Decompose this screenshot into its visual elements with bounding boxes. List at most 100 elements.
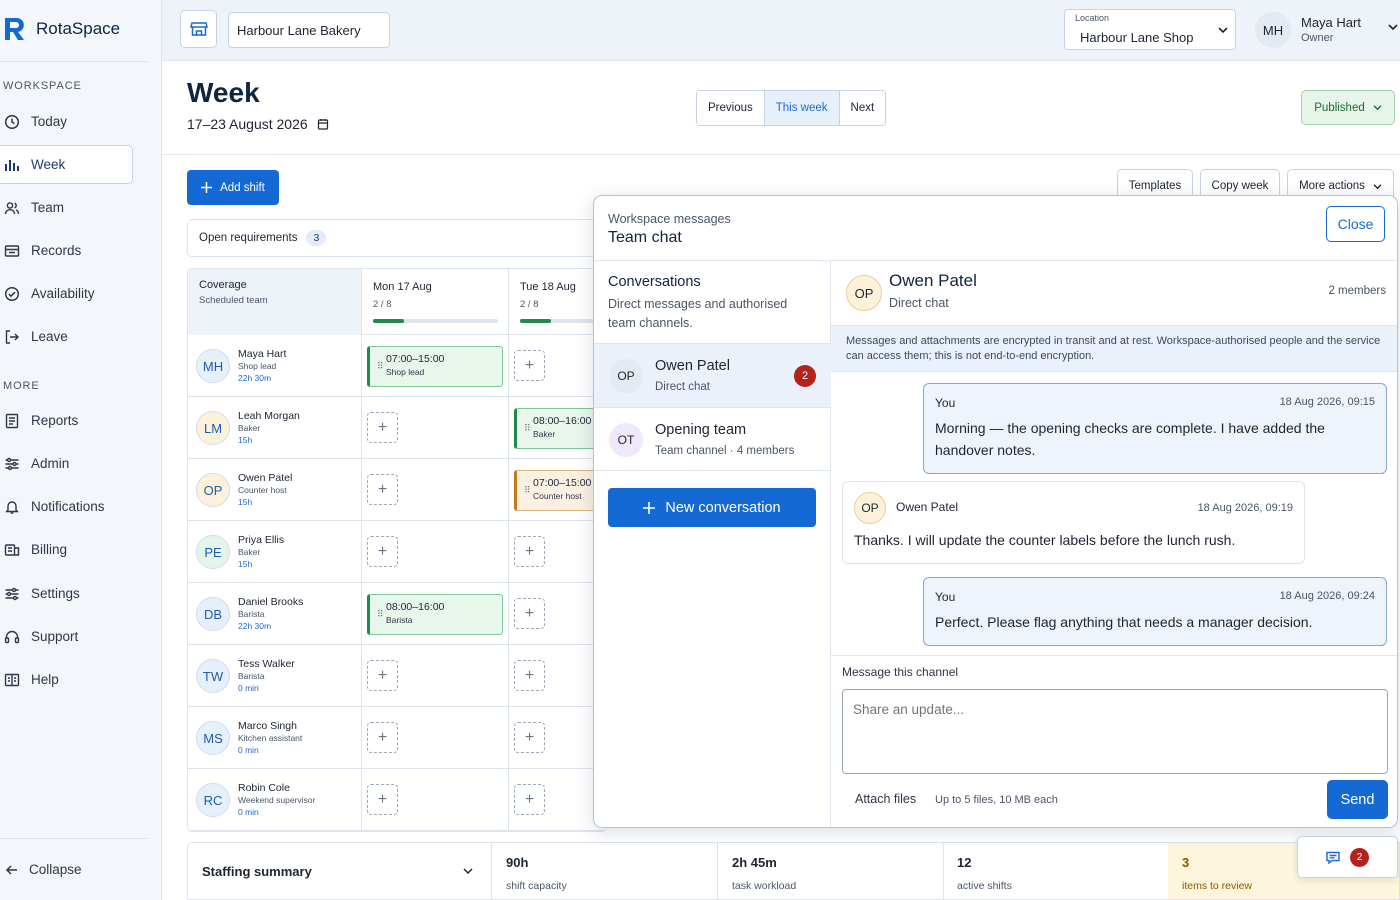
person-role: Kitchen assistant [238,733,303,743]
add-shift-cell-button[interactable]: + [514,598,545,629]
avatar: TW [196,659,230,693]
stat-task-workload: 2h 45m task workload [718,843,944,899]
sidebar-item-availability[interactable]: Availability [0,274,133,313]
open-requirements-count: 3 [306,230,327,246]
person-cell[interactable]: LM Leah Morgan Baker 15h [188,397,362,459]
person-cell[interactable]: PE Priya Ellis Baker 15h [188,521,362,583]
published-label: Published [1314,101,1365,114]
send-button[interactable]: Send [1327,780,1388,819]
person-cell[interactable]: RC Robin Cole Weekend supervisor 0 min [188,769,362,831]
add-shift-cell-button[interactable]: + [514,784,545,815]
sidebar-item-label: Reports [31,413,79,428]
coverage-header: Coverage Scheduled team [188,269,362,335]
add-shift-cell-button[interactable]: + [367,412,398,443]
person-name: Tess Walker [238,658,295,670]
location-select[interactable]: Location Harbour Lane Shop [1064,9,1236,50]
person-cell[interactable]: TW Tess Walker Barista 0 min [188,645,362,707]
person-hours: 15h [238,559,253,569]
add-shift-button[interactable]: Add shift [187,170,279,205]
sidebar-item-reports[interactable]: Reports [0,401,133,440]
person-cell[interactable]: MS Marco Singh Kitchen assistant 0 min [188,707,362,769]
chevron-down-icon[interactable] [1388,23,1398,31]
sidebar-item-admin[interactable]: Admin [0,444,133,483]
sidebar-item-support[interactable]: Support [0,617,133,656]
conversation-sub: Direct chat [655,381,710,393]
avatar: OP [196,473,230,507]
person-name: Owen Patel [238,472,293,484]
add-shift-cell-button[interactable]: + [367,474,398,505]
date-range[interactable]: 17–23 August 2026 [187,116,329,132]
add-shift-cell-button[interactable]: + [514,722,545,753]
previous-week-button[interactable]: Previous [697,91,765,125]
published-status-button[interactable]: Published [1301,90,1395,125]
rotaspace-logo-icon [5,18,24,40]
person-role: Baker [238,547,261,557]
store-button[interactable] [180,10,217,48]
message-author: Owen Patel [896,500,959,515]
plus-icon [201,182,213,193]
stat-label: shift capacity [506,880,567,892]
staffing-summary: Staffing summary 90h shift capacity 2h 4… [187,842,1400,900]
new-conversation-button[interactable]: New conversation [608,488,816,527]
this-week-button[interactable]: This week [764,91,840,125]
drag-handle-icon[interactable]: ⠿ [377,361,384,372]
conversation-opening-team[interactable]: OT Opening team Team channel · 4 members [594,407,831,471]
conversations-title: Conversations [608,274,701,290]
sidebar-item-settings[interactable]: Settings [0,574,133,613]
add-shift-cell-button[interactable]: + [367,722,398,753]
staffing-summary-toggle[interactable]: Staffing summary [188,843,492,899]
stat-shift-capacity: 90h shift capacity [492,843,718,899]
user-avatar[interactable]: MH [1255,12,1291,48]
collapse-button[interactable]: Collapse [5,862,82,877]
drag-handle-icon[interactable]: ⠿ [524,423,531,434]
shift-cell: + [362,521,509,583]
shift-card[interactable]: ⠿ 08:00–16:00 Barista [367,594,503,635]
bar-chart-icon [5,159,19,171]
person-cell[interactable]: MH Maya Hart Shop lead 22h 30m [188,335,362,397]
stat-label: active shifts [957,880,1012,892]
add-shift-cell-button[interactable]: + [514,660,545,691]
attach-hint: Up to 5 files, 10 MB each [935,794,1058,806]
add-shift-cell-button[interactable]: + [367,660,398,691]
sidebar-item-help[interactable]: Help [0,660,133,699]
message-input[interactable] [842,689,1388,774]
member-count[interactable]: 2 members [1328,285,1386,297]
shift-card[interactable]: ⠿ 07:00–15:00 Shop lead [367,346,503,387]
sidebar-item-billing[interactable]: Billing [0,530,133,569]
add-shift-cell-button[interactable]: + [367,536,398,567]
table-row: LM Leah Morgan Baker 15h + ⠿ 08:00–16:00… [188,397,606,459]
open-requirements[interactable]: Open requirements 3 [187,219,607,257]
sidebar-item-records[interactable]: Records [0,231,133,270]
person-cell[interactable]: DB Daniel Brooks Barista 22h 30m [188,583,362,645]
avatar: DB [196,597,230,631]
date-range-text: 17–23 August 2026 [187,116,308,132]
drag-handle-icon[interactable]: ⠿ [377,609,384,620]
more-actions-label: More actions [1299,180,1365,192]
person-cell[interactable]: OP Owen Patel Counter host 15h [188,459,362,521]
conversation-owen-patel[interactable]: OP Owen Patel Direct chat 2 [594,343,831,407]
location-value: Harbour Lane Shop [1080,30,1194,45]
message-author: You [935,396,956,410]
workspace-name-field[interactable]: Harbour Lane Bakery [228,12,390,48]
drag-handle-icon[interactable]: ⠿ [524,485,531,496]
person-role: Baker [238,423,261,433]
week-navigation: Previous This week Next [696,90,887,126]
sidebar-item-week[interactable]: Week [0,145,133,184]
close-chat-button[interactable]: Close [1326,206,1385,242]
avatar: OP [846,275,882,311]
message-bubble: You 18 Aug 2026, 09:24 Perfect. Please fl… [923,577,1387,646]
next-week-button[interactable]: Next [839,91,886,125]
sidebar-item-leave[interactable]: Leave [0,317,133,356]
brand[interactable]: RotaSpace [2,16,120,42]
add-shift-cell-button[interactable]: + [514,536,545,567]
attach-files-button[interactable]: Attach files [855,792,916,806]
person-role: Counter host [238,485,287,495]
add-shift-cell-button[interactable]: + [367,784,398,815]
shift-cell: + [362,459,509,521]
sidebar-item-team[interactable]: Team [0,188,133,227]
unread-badge: 2 [794,365,816,387]
sidebar-item-today[interactable]: Today [0,102,133,141]
add-shift-cell-button[interactable]: + [514,350,545,381]
sidebar-item-notifications[interactable]: Notifications [0,487,133,526]
chat-toggle-button[interactable]: 2 [1297,836,1398,878]
